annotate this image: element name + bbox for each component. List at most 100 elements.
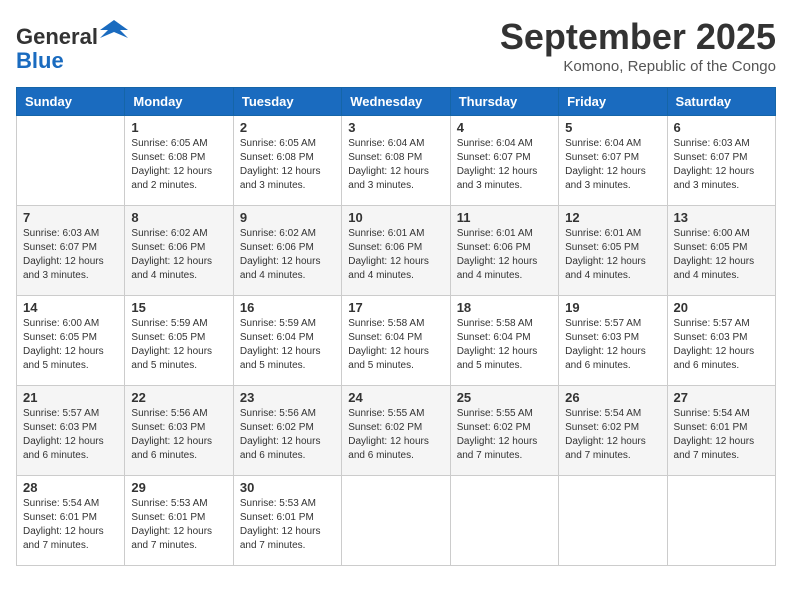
day-number: 26 [565,390,660,405]
day-info: Sunrise: 5:55 AM Sunset: 6:02 PM Dayligh… [348,407,443,463]
day-info: Sunrise: 6:04 AM Sunset: 6:07 PM Dayligh… [457,137,552,193]
logo-blue: Blue [16,48,64,73]
day-info: Sunrise: 5:53 AM Sunset: 6:01 PM Dayligh… [131,497,226,553]
logo-general: General [16,24,98,49]
calendar-cell: 10 Sunrise: 6:01 AM Sunset: 6:06 PM Dayli… [342,206,450,296]
calendar-cell: 7Sunrise: 6:03 AM Sunset: 6:07 PM Daylig… [17,206,125,296]
calendar-cell: 27 Sunrise: 5:54 AM Sunset: 6:01 PM Dayli… [667,386,775,476]
calendar-cell: 17 Sunrise: 5:58 AM Sunset: 6:04 PM Dayli… [342,296,450,386]
calendar-week-2: 7Sunrise: 6:03 AM Sunset: 6:07 PM Daylig… [17,206,776,296]
day-info: Sunrise: 5:55 AM Sunset: 6:02 PM Dayligh… [457,407,552,463]
weekday-header-sunday: Sunday [17,88,125,116]
day-number: 29 [131,480,226,495]
day-info: Sunrise: 6:04 AM Sunset: 6:08 PM Dayligh… [348,137,443,193]
day-number: 18 [457,300,552,315]
calendar-cell: 24 Sunrise: 5:55 AM Sunset: 6:02 PM Dayli… [342,386,450,476]
weekday-header-monday: Monday [125,88,233,116]
calendar-cell: 2 Sunrise: 6:05 AM Sunset: 6:08 PM Daylig… [233,116,341,206]
day-number: 25 [457,390,552,405]
day-number: 2 [240,120,335,135]
day-number: 5 [565,120,660,135]
day-info: Sunrise: 6:03 AM Sunset: 6:07 PM Dayligh… [23,227,118,283]
calendar-cell: 9Sunrise: 6:02 AM Sunset: 6:06 PM Daylig… [233,206,341,296]
calendar-week-3: 14 Sunrise: 6:00 AM Sunset: 6:05 PM Dayli… [17,296,776,386]
calendar-week-5: 28 Sunrise: 5:54 AM Sunset: 6:01 PM Dayli… [17,476,776,566]
day-number: 16 [240,300,335,315]
day-info: Sunrise: 6:00 AM Sunset: 6:05 PM Dayligh… [674,227,769,283]
calendar-cell: 26 Sunrise: 5:54 AM Sunset: 6:02 PM Dayli… [559,386,667,476]
day-number: 1 [131,120,226,135]
calendar-cell: 20 Sunrise: 5:57 AM Sunset: 6:03 PM Dayli… [667,296,775,386]
day-number: 9 [240,210,335,225]
title-block: September 2025 Komono, Republic of the C… [500,16,776,75]
calendar-cell: 22 Sunrise: 5:56 AM Sunset: 6:03 PM Dayli… [125,386,233,476]
day-info: Sunrise: 6:02 AM Sunset: 6:06 PM Dayligh… [131,227,226,283]
day-number: 4 [457,120,552,135]
day-info: Sunrise: 5:57 AM Sunset: 6:03 PM Dayligh… [674,317,769,373]
day-number: 15 [131,300,226,315]
calendar-cell: 16Sunrise: 5:59 AM Sunset: 6:04 PM Dayli… [233,296,341,386]
day-number: 20 [674,300,769,315]
calendar-cell: 19Sunrise: 5:57 AM Sunset: 6:03 PM Dayli… [559,296,667,386]
weekday-header-tuesday: Tuesday [233,88,341,116]
day-number: 11 [457,210,552,225]
calendar-week-1: 1 Sunrise: 6:05 AM Sunset: 6:08 PM Daylig… [17,116,776,206]
logo-bird-icon [100,16,128,44]
day-info: Sunrise: 6:05 AM Sunset: 6:08 PM Dayligh… [131,137,226,193]
day-number: 24 [348,390,443,405]
calendar-table: SundayMondayTuesdayWednesdayThursdayFrid… [16,87,776,566]
day-info: Sunrise: 6:04 AM Sunset: 6:07 PM Dayligh… [565,137,660,193]
calendar-cell: 4 Sunrise: 6:04 AM Sunset: 6:07 PM Daylig… [450,116,558,206]
calendar-cell: 21 Sunrise: 5:57 AM Sunset: 6:03 PM Dayli… [17,386,125,476]
logo: General Blue [16,16,128,73]
calendar-cell: 30Sunrise: 5:53 AM Sunset: 6:01 PM Dayli… [233,476,341,566]
day-info: Sunrise: 5:57 AM Sunset: 6:03 PM Dayligh… [23,407,118,463]
day-info: Sunrise: 6:05 AM Sunset: 6:08 PM Dayligh… [240,137,335,193]
day-number: 22 [131,390,226,405]
day-info: Sunrise: 5:54 AM Sunset: 6:01 PM Dayligh… [23,497,118,553]
calendar-cell: 29 Sunrise: 5:53 AM Sunset: 6:01 PM Dayli… [125,476,233,566]
calendar-cell: 6Sunrise: 6:03 AM Sunset: 6:07 PM Daylig… [667,116,775,206]
day-info: Sunrise: 5:57 AM Sunset: 6:03 PM Dayligh… [565,317,660,373]
day-info: Sunrise: 6:01 AM Sunset: 6:06 PM Dayligh… [348,227,443,283]
day-number: 30 [240,480,335,495]
day-number: 27 [674,390,769,405]
calendar-cell: 8Sunrise: 6:02 AM Sunset: 6:06 PM Daylig… [125,206,233,296]
day-info: Sunrise: 6:00 AM Sunset: 6:05 PM Dayligh… [23,317,118,373]
day-number: 13 [674,210,769,225]
day-info: Sunrise: 5:56 AM Sunset: 6:03 PM Dayligh… [131,407,226,463]
month-title: September 2025 [500,16,776,58]
location: Komono, Republic of the Congo [500,58,776,75]
day-number: 17 [348,300,443,315]
calendar-cell: 28 Sunrise: 5:54 AM Sunset: 6:01 PM Dayli… [17,476,125,566]
day-info: Sunrise: 5:58 AM Sunset: 6:04 PM Dayligh… [457,317,552,373]
day-info: Sunrise: 5:54 AM Sunset: 6:02 PM Dayligh… [565,407,660,463]
weekday-header-row: SundayMondayTuesdayWednesdayThursdayFrid… [17,88,776,116]
day-number: 12 [565,210,660,225]
day-info: Sunrise: 5:56 AM Sunset: 6:02 PM Dayligh… [240,407,335,463]
day-number: 23 [240,390,335,405]
calendar-cell [342,476,450,566]
day-info: Sunrise: 5:54 AM Sunset: 6:01 PM Dayligh… [674,407,769,463]
calendar-week-4: 21 Sunrise: 5:57 AM Sunset: 6:03 PM Dayli… [17,386,776,476]
calendar-cell: 13 Sunrise: 6:00 AM Sunset: 6:05 PM Dayli… [667,206,775,296]
day-info: Sunrise: 6:03 AM Sunset: 6:07 PM Dayligh… [674,137,769,193]
weekday-header-thursday: Thursday [450,88,558,116]
day-number: 14 [23,300,118,315]
day-info: Sunrise: 6:01 AM Sunset: 6:06 PM Dayligh… [457,227,552,283]
calendar-cell: 23 Sunrise: 5:56 AM Sunset: 6:02 PM Dayli… [233,386,341,476]
calendar-cell: 1 Sunrise: 6:05 AM Sunset: 6:08 PM Daylig… [125,116,233,206]
weekday-header-friday: Friday [559,88,667,116]
calendar-cell: 5 Sunrise: 6:04 AM Sunset: 6:07 PM Daylig… [559,116,667,206]
day-info: Sunrise: 5:59 AM Sunset: 6:05 PM Dayligh… [131,317,226,373]
weekday-header-wednesday: Wednesday [342,88,450,116]
day-number: 10 [348,210,443,225]
day-number: 28 [23,480,118,495]
day-info: Sunrise: 5:58 AM Sunset: 6:04 PM Dayligh… [348,317,443,373]
day-number: 21 [23,390,118,405]
calendar-cell: 15 Sunrise: 5:59 AM Sunset: 6:05 PM Dayli… [125,296,233,386]
calendar-cell: 25 Sunrise: 5:55 AM Sunset: 6:02 PM Dayli… [450,386,558,476]
calendar-cell: 12Sunrise: 6:01 AM Sunset: 6:05 PM Dayli… [559,206,667,296]
calendar-cell [559,476,667,566]
calendar-cell [450,476,558,566]
